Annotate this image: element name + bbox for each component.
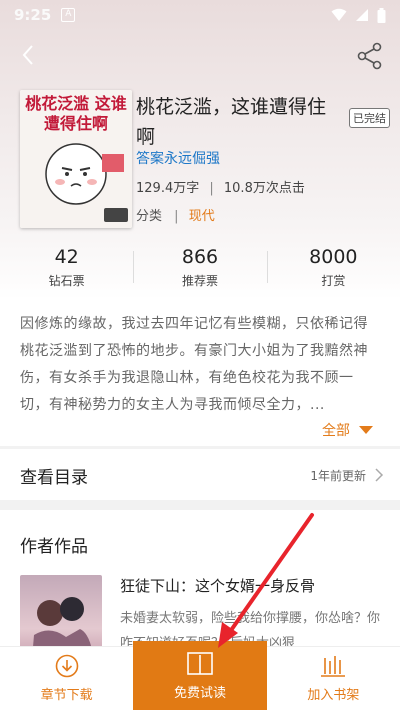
add-to-shelf-button[interactable]: 加入书架 bbox=[267, 647, 400, 710]
author-works-title: 作者作品 bbox=[20, 537, 88, 557]
download-label: 章节下载 bbox=[40, 688, 93, 703]
table-of-contents-row[interactable]: 查看目录 1年前更新 bbox=[0, 450, 400, 500]
status-bar: 9:25 A bbox=[0, 0, 400, 30]
section-divider bbox=[0, 446, 400, 449]
category-label: 分类 bbox=[136, 209, 163, 224]
share-icon[interactable] bbox=[354, 40, 386, 72]
reward-counter[interactable]: 8000 打赏 bbox=[266, 243, 400, 293]
counter-value: 42 bbox=[54, 246, 79, 268]
work-title[interactable]: 狂徒下山：这个女婿一身反骨 bbox=[120, 575, 315, 596]
chapter-download-button[interactable]: 章节下载 bbox=[0, 647, 133, 710]
diamond-ticket-counter[interactable]: 42 钻石票 bbox=[0, 243, 133, 293]
notification-icon: A bbox=[61, 8, 76, 22]
category-value[interactable]: 现代 bbox=[189, 209, 215, 224]
book-cover-title: 桃花泛滥 这谁遭得住啊 bbox=[25, 94, 127, 133]
status-badge: 已完结 bbox=[349, 108, 390, 128]
status-icons bbox=[331, 7, 386, 23]
read-free-label: 免费试读 bbox=[173, 685, 226, 701]
triangle-down-icon bbox=[359, 426, 373, 434]
bottom-action-bar: 章节下载 免费试读 加入书架 bbox=[0, 641, 400, 710]
top-nav bbox=[0, 38, 400, 74]
category-row: 分类 | 现代 bbox=[136, 205, 215, 224]
download-icon bbox=[55, 654, 78, 678]
ticket-counters: 42 钻石票 866 推荐票 8000 打赏 bbox=[0, 243, 400, 293]
bookshelf-icon bbox=[321, 656, 346, 677]
recommend-ticket-counter[interactable]: 866 推荐票 bbox=[133, 243, 266, 293]
book-cover[interactable]: 桃花泛滥 这谁遭得住啊 bbox=[20, 90, 132, 228]
counter-value: 8000 bbox=[309, 246, 358, 268]
click-count: 10.8万次点击 bbox=[223, 181, 305, 196]
counter-label: 推荐票 bbox=[181, 274, 218, 288]
chevron-right-icon bbox=[375, 468, 384, 482]
status-time: 9:25 bbox=[14, 6, 52, 24]
wifi-icon bbox=[331, 8, 347, 21]
add-shelf-label: 加入书架 bbox=[307, 688, 360, 703]
book-title: 桃花泛滥，这谁遭得住啊 bbox=[136, 96, 327, 148]
stats-separator: | bbox=[209, 181, 214, 196]
section-divider bbox=[0, 500, 400, 510]
toc-update-time: 1年前更新 bbox=[310, 468, 366, 483]
back-arrow-icon[interactable] bbox=[14, 40, 44, 70]
synopsis-text: 因修炼的缘故，我过去四年记忆有些模糊，只依稀记得桃花泛滥到了恐怖的地步。有豪门大… bbox=[20, 316, 368, 413]
book-open-icon bbox=[187, 651, 213, 675]
category-separator: | bbox=[174, 209, 179, 224]
counter-label: 钻石票 bbox=[48, 274, 85, 288]
counter-value: 866 bbox=[181, 246, 219, 268]
expand-synopsis-button[interactable]: 全部 bbox=[322, 420, 374, 440]
book-stats: 129.4万字 | 10.8万次点击 bbox=[136, 177, 305, 196]
battery-icon bbox=[377, 7, 386, 23]
word-count: 129.4万字 bbox=[136, 181, 200, 196]
counter-label: 打赏 bbox=[321, 274, 346, 288]
author-link[interactable]: 答案永远倔强 bbox=[136, 148, 220, 168]
toc-label: 查看目录 bbox=[20, 467, 88, 488]
read-free-button[interactable]: 免费试读 bbox=[133, 641, 267, 710]
signal-icon bbox=[356, 9, 368, 21]
expand-label: 全部 bbox=[322, 423, 350, 439]
